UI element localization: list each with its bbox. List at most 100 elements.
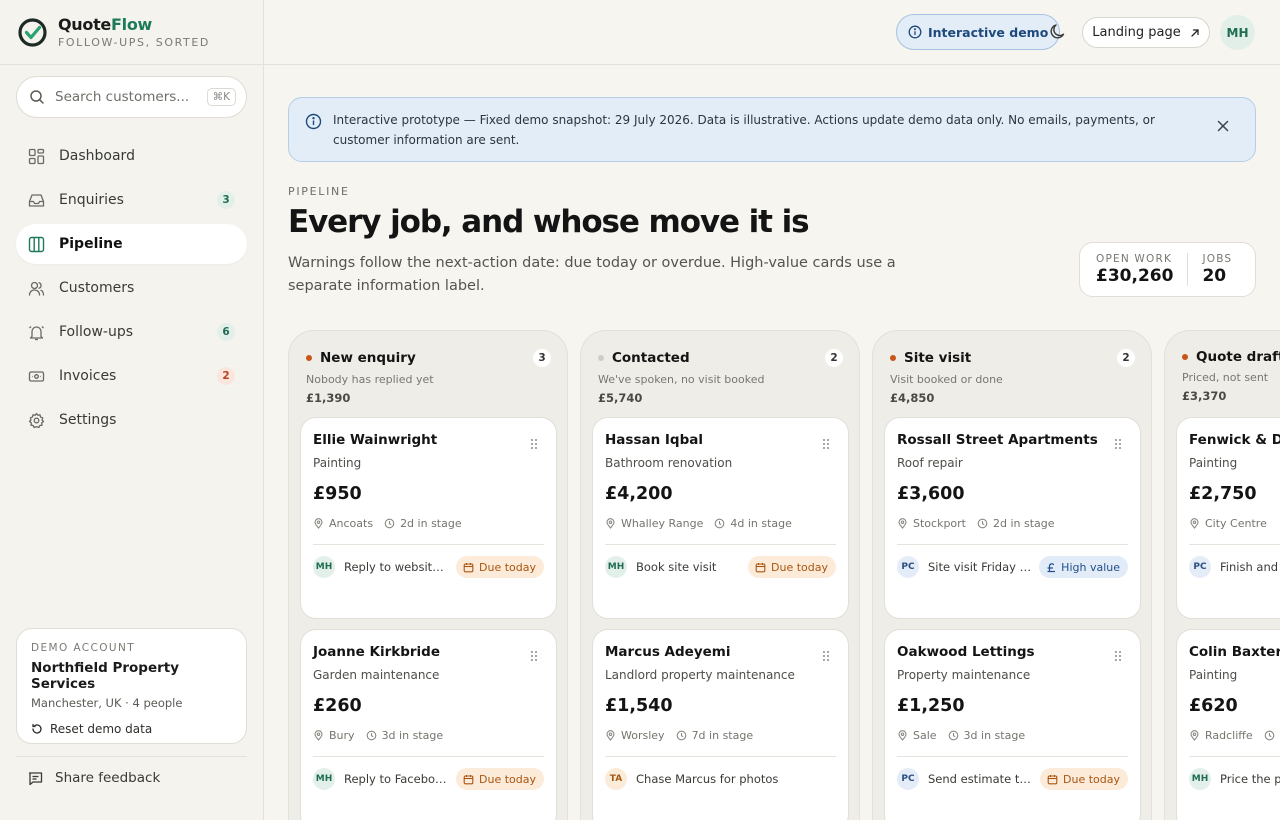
time-in-stage-text: 2d in stage [993,517,1055,530]
open-work-value: £30,260 [1096,266,1174,286]
clock-icon [676,730,686,741]
calendar-alert-icon [1047,774,1058,784]
nav-item-follow-ups[interactable]: Follow-ups 6 [16,312,247,352]
stage-dot [890,355,896,361]
nav-item-settings[interactable]: Settings [16,400,247,440]
drag-handle[interactable] [822,435,830,454]
card-meta: Worsley 7d in stage [605,729,836,742]
badge-label: High value [1061,560,1120,574]
high-value-badge: High value [1039,556,1128,578]
location: Worsley [605,729,665,742]
time-in-stage-text: 4d in stage [730,517,792,530]
service-type: Bathroom renovation [605,456,733,470]
column-description: We've spoken, no visit booked [598,373,765,386]
time-in-stage-text: 2d in stage [400,517,462,530]
service-type: Painting [1189,668,1238,682]
job-card[interactable]: Ellie Wainwright Painting £950 Ancoats 2d in… [300,417,557,619]
nav-item-enquiries[interactable]: Enquiries 3 [16,180,247,220]
stage-dot [1182,354,1188,360]
location-text: Whalley Range [621,517,704,530]
location-pin-icon [1190,518,1199,529]
column-title: Site visit [904,350,972,366]
card-meta: Stockport 2d in stage [897,517,1128,530]
page-eyebrow: PIPELINE [288,185,350,198]
card-meta: Sale 3d in stage [897,729,1128,742]
time-in-stage: 2d in stage [384,517,462,530]
customer-name: Joanne Kirkbride [313,644,440,660]
quoteflow-logo-icon [18,17,47,47]
location: City Centre [1189,517,1267,530]
job-card[interactable]: Fenwick & Do Painting £2,750 City Centre PC F… [1176,417,1280,619]
job-card[interactable]: Rossall Street Apartments Roof repair £3,6… [884,417,1141,619]
close-icon[interactable] [1217,120,1229,132]
user-avatar[interactable]: MH [1220,15,1255,50]
account-label: DEMO ACCOUNT [31,642,136,654]
card-footer: MH Reply to website en... Due today [313,556,544,578]
time-in-stage: 4d in stage [714,517,792,530]
drag-handle-icon[interactable] [530,650,538,662]
card-divider [1189,756,1280,757]
assignee-avatar: MH [605,556,627,578]
open-work-label: OPEN WORK [1096,253,1173,265]
search-box[interactable]: ⌘K [16,76,247,118]
drag-handle-icon[interactable] [822,650,830,662]
card-meta: Whalley Range 4d in stage [605,517,836,530]
card-divider [897,544,1128,545]
brand[interactable]: QuoteFlow FOLLOW-UPS, SORTED [0,0,263,65]
due-today-badge: Due today [748,556,836,578]
assignee-avatar: PC [1189,556,1211,578]
job-card[interactable]: Colin Baxter Painting £620 Radcliffe 1 MH Pric… [1176,629,1280,820]
invoices-count-badge: 2 [217,367,235,385]
drag-handle-icon[interactable] [530,438,538,450]
interactive-demo-button[interactable]: Interactive demo [896,14,1061,50]
job-card[interactable]: Joanne Kirkbride Garden maintenance £260 Bu… [300,629,557,820]
reset-demo-label: Reset demo data [50,722,153,736]
drag-handle[interactable] [822,647,830,666]
assignee-avatar: PC [897,768,919,790]
drag-handle-icon[interactable] [822,438,830,450]
column-title-row: Quote draft [1182,349,1280,365]
reset-demo-button[interactable]: Reset demo data [31,722,232,736]
location-text: Stockport [913,517,966,530]
drag-handle-icon[interactable] [1114,438,1122,450]
column-total: £1,390 [306,391,351,405]
location: Sale [897,729,937,742]
share-feedback-button[interactable]: Share feedback [16,756,247,786]
customer-name: Marcus Adeyemi [605,644,731,660]
job-value: £1,540 [605,696,673,716]
drag-handle[interactable] [1114,647,1122,666]
time-in-stage: 3d in stage [366,729,443,742]
clock-icon [948,730,958,741]
job-card[interactable]: Oakwood Lettings Property maintenance £1,2… [884,629,1141,820]
search-input[interactable] [55,89,195,105]
drag-handle[interactable] [1114,435,1122,454]
column-header: Contacted 2 We've spoken, no visit booked £… [598,349,843,405]
job-card[interactable]: Marcus Adeyemi Landlord property maintena… [592,629,849,820]
bell-icon [29,325,44,340]
moon-icon[interactable] [1048,22,1068,42]
banknote-icon [28,370,45,382]
card-meta: Bury 3d in stage [313,729,544,742]
landing-page-button[interactable]: Landing page [1082,17,1210,48]
card-footer: MH Reply to Facebook ... Due today [313,768,544,790]
drag-handle[interactable] [530,647,538,666]
card-divider [897,756,1128,757]
column-count-badge: 2 [825,349,843,367]
column-header: Quote draft Priced, not sent £3,370 [1182,349,1280,403]
info-icon [305,113,322,130]
job-value: £1,250 [897,696,965,716]
nav-item-customers[interactable]: Customers [16,268,247,308]
pound-icon [1047,562,1056,572]
sidebar: QuoteFlow FOLLOW-UPS, SORTED ⌘K Dashboar… [0,0,264,820]
job-card[interactable]: Hassan Iqbal Bathroom renovation £4,200 Wha… [592,417,849,619]
nav-item-invoices[interactable]: Invoices 2 [16,356,247,396]
pipeline-board: New enquiry 3 Nobody has replied yet £1,390… [288,330,1280,820]
share-feedback-label: Share feedback [55,770,161,786]
column-title: New enquiry [320,350,416,366]
nav-item-dashboard[interactable]: Dashboard [16,136,247,176]
job-value: £260 [313,696,362,716]
drag-handle-icon[interactable] [1114,650,1122,662]
drag-handle[interactable] [530,435,538,454]
location: Ancoats [313,517,373,530]
nav-item-pipeline[interactable]: Pipeline [16,224,247,264]
